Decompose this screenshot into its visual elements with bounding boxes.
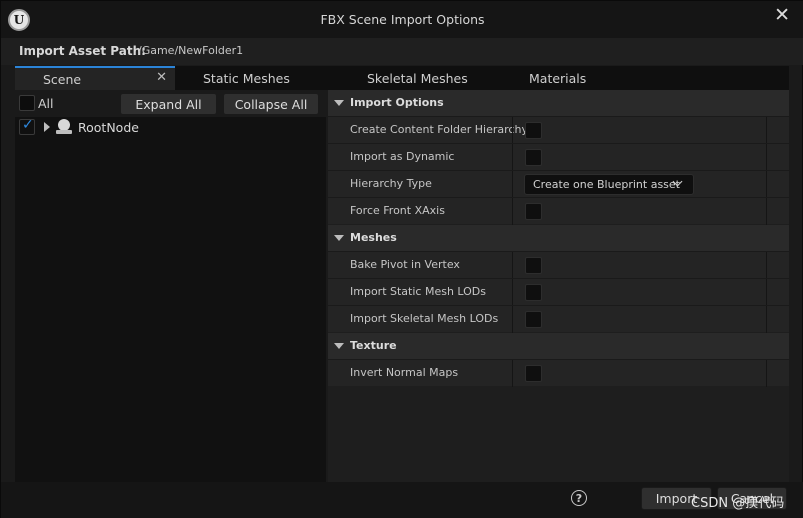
category-import-options[interactable]: Import Options	[328, 90, 789, 116]
property-name: Import Static Mesh LODs	[350, 285, 487, 298]
property-name: Import Skeletal Mesh LODs	[350, 312, 499, 325]
watermark-text: CSDN @摸代码	[691, 496, 785, 511]
bake-pivot-in-vertex-checkbox[interactable]	[525, 257, 542, 274]
import-options-dialog: U FBX Scene Import Options ✕ Import Asse…	[0, 0, 803, 518]
footer-bar: ? Import Cancel CSDN @摸代码	[1, 482, 803, 518]
import-skeletal-mesh-lods-checkbox[interactable]	[525, 311, 542, 328]
import-static-mesh-lods-checkbox[interactable]	[525, 284, 542, 301]
property-row: Invert Normal Maps	[328, 359, 789, 387]
tab-static-meshes[interactable]: Static Meshes	[203, 66, 290, 90]
category-label: Meshes	[350, 231, 397, 244]
property-row: Import Skeletal Mesh LODs	[328, 305, 789, 333]
import-as-dynamic-checkbox[interactable]	[525, 149, 542, 166]
property-name: Force Front XAxis	[350, 204, 445, 217]
property-name: Bake Pivot in Vertex	[350, 258, 460, 271]
scene-tree-panel: All Expand All Collapse All ✓ RootNode	[15, 90, 326, 482]
help-icon[interactable]: ?	[571, 490, 587, 506]
properties-panel: Import Options Create Content Folder Hie…	[328, 90, 789, 482]
property-row: Import Static Mesh LODs	[328, 278, 789, 306]
collapse-all-button[interactable]: Collapse All	[223, 93, 319, 115]
import-path-label: Import Asset Path:	[19, 44, 146, 58]
property-name: Hierarchy Type	[350, 177, 432, 190]
category-meshes[interactable]: Meshes	[328, 225, 789, 251]
property-name: Create Content Folder Hierarchy	[350, 123, 528, 136]
invert-normal-maps-checkbox[interactable]	[525, 365, 542, 382]
tab-close-icon[interactable]: ✕	[156, 70, 167, 85]
property-row: Hierarchy Type Create one Blueprint asse…	[328, 170, 789, 198]
property-name: Invert Normal Maps	[350, 366, 459, 379]
property-row: Create Content Folder Hierarchy	[328, 116, 789, 144]
expand-arrow-icon[interactable]	[44, 122, 50, 132]
collapse-arrow-icon[interactable]	[334, 100, 344, 106]
rootnode-checkbox[interactable]: ✓	[19, 117, 35, 135]
collapse-arrow-icon[interactable]	[334, 343, 344, 349]
category-label: Import Options	[350, 96, 444, 109]
category-texture[interactable]: Texture	[328, 333, 789, 359]
tab-scene-label: Scene	[43, 71, 82, 87]
property-row: Force Front XAxis	[328, 197, 789, 225]
property-row: Bake Pivot in Vertex	[328, 251, 789, 279]
tree-row-rootnode[interactable]: ✓ RootNode	[15, 117, 326, 139]
window-title: FBX Scene Import Options	[320, 12, 485, 27]
property-name: Import as Dynamic	[350, 150, 455, 163]
scene-node-icon	[56, 119, 72, 135]
category-label: Texture	[350, 339, 397, 352]
create-content-folder-hierarchy-checkbox[interactable]	[525, 122, 542, 139]
import-path-value: /Game/NewFolder1	[138, 44, 244, 57]
title-bar: U FBX Scene Import Options ✕	[1, 1, 803, 38]
tab-bar: Scene ✕ Static Meshes Skeletal Meshes Ma…	[15, 66, 789, 90]
hierarchy-type-value: Create one Blueprint asset	[533, 178, 680, 191]
import-path-row: Import Asset Path: /Game/NewFolder1	[1, 38, 803, 65]
select-all-label: All	[38, 96, 54, 111]
rootnode-label: RootNode	[78, 120, 139, 135]
tab-skeletal-meshes[interactable]: Skeletal Meshes	[367, 66, 468, 90]
property-row: Import as Dynamic	[328, 143, 789, 171]
checkmark-icon: ✓	[22, 117, 34, 133]
collapse-arrow-icon[interactable]	[334, 235, 344, 241]
close-icon[interactable]: ✕	[774, 6, 790, 25]
tab-scene[interactable]: Scene ✕	[15, 66, 175, 90]
hierarchy-type-dropdown[interactable]: Create one Blueprint asset	[524, 174, 694, 195]
expand-all-button[interactable]: Expand All	[120, 93, 217, 115]
scene-toolbar: All Expand All Collapse All	[15, 90, 326, 117]
select-all-checkbox[interactable]	[19, 95, 35, 111]
tab-materials[interactable]: Materials	[529, 66, 586, 90]
force-front-xaxis-checkbox[interactable]	[525, 203, 542, 220]
